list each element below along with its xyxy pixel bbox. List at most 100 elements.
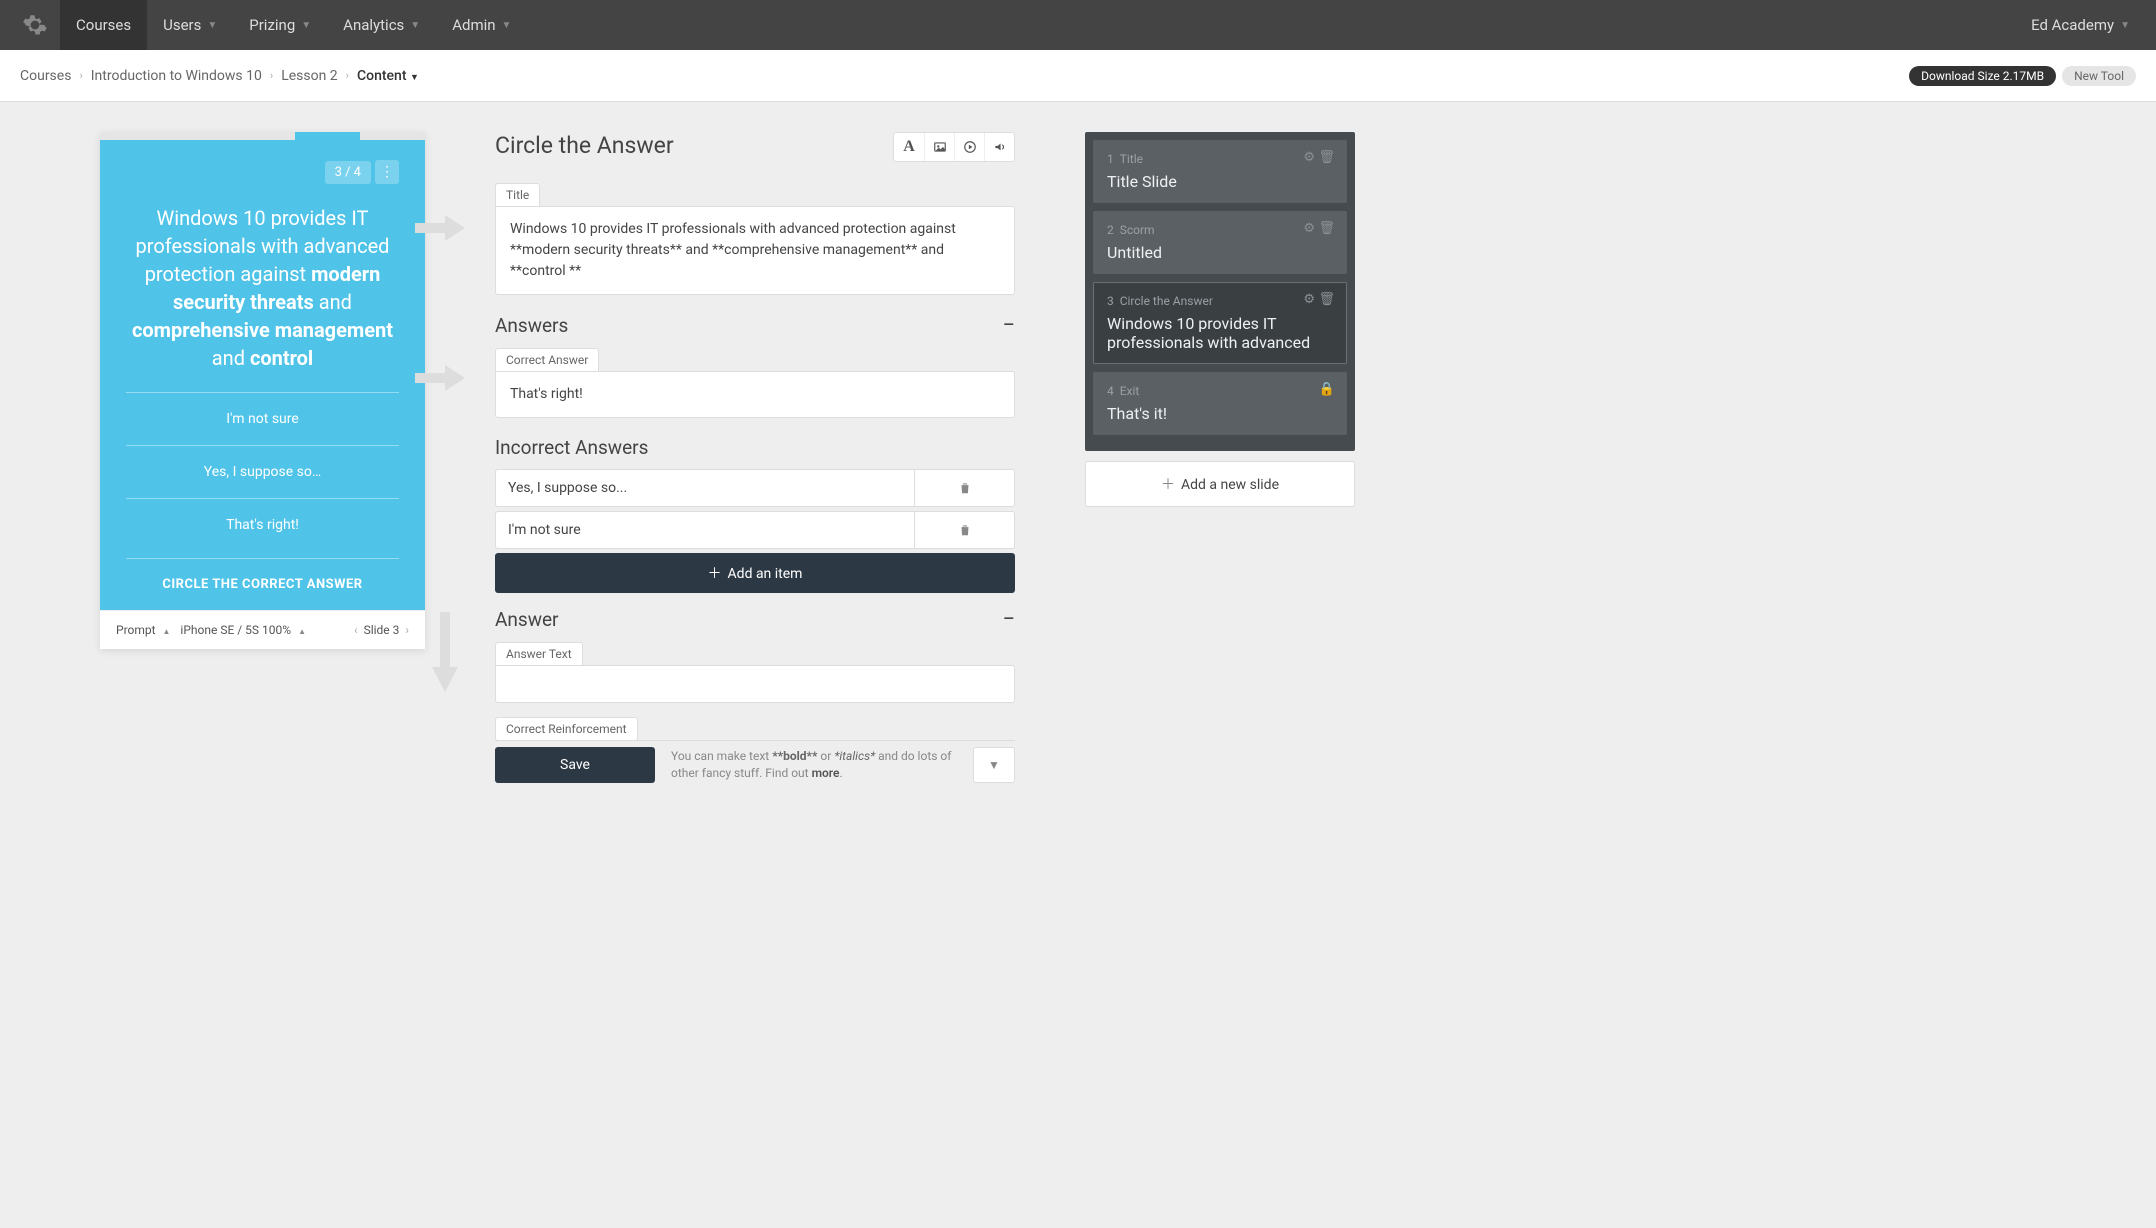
crumb-sep: › [79, 69, 82, 82]
nav-courses[interactable]: Courses [60, 0, 147, 50]
device-dropdown[interactable]: iPhone SE / 5S [180, 623, 259, 637]
app-icon[interactable] [22, 12, 48, 38]
hint-bold: **bold** [772, 749, 817, 763]
incorrect-answer-row: Yes, I suppose so... [495, 469, 1015, 507]
nav-analytics[interactable]: Analytics ▼ [327, 0, 436, 50]
slide-type: Exit [1120, 384, 1140, 398]
font-icon[interactable]: A [894, 133, 924, 161]
collapse-icon[interactable]: − [1002, 313, 1015, 338]
caret-icon: ▼ [410, 73, 419, 83]
prev-slide-icon[interactable]: ‹ [354, 623, 358, 637]
audio-icon[interactable] [984, 133, 1014, 161]
stmt-bold: control [250, 346, 313, 370]
stmt-text: and [212, 346, 250, 370]
answer-text-field[interactable] [495, 665, 1015, 703]
nav-users-label: Users [163, 16, 201, 34]
nav-admin[interactable]: Admin▼ [436, 0, 527, 50]
slide-title: Title Slide [1107, 172, 1333, 191]
arrow-icon [415, 362, 465, 402]
preview-tab-active [295, 132, 360, 140]
correct-answer-field[interactable]: That's right! [495, 371, 1015, 418]
slide-indicator: Slide 3 [364, 623, 400, 637]
slide-card[interactable]: ⚙ 🗑 1 Title Title Slide [1093, 140, 1347, 203]
nav-users[interactable]: Users▼ [147, 0, 233, 50]
slides-list: ⚙ 🗑 1 Title Title Slide ⚙ 🗑 2 Scorm Unti… [1085, 132, 1355, 451]
top-nav: Courses Users▼ Prizing▼ Analytics▼ Admin… [0, 0, 2156, 50]
user-menu[interactable]: Ed Academy ▼ [2015, 0, 2146, 50]
arrow-down-icon [430, 612, 460, 701]
plus-icon: ＋ [1161, 477, 1175, 493]
answers-section-heading: Answers [495, 314, 568, 337]
save-options-dropdown[interactable]: ▼ [973, 747, 1015, 783]
trash-icon[interactable]: 🗑 [1318, 292, 1335, 307]
content-dropdown[interactable]: Content ▼ [357, 68, 419, 84]
trash-icon[interactable]: 🗑 [1318, 221, 1335, 236]
delete-answer-button[interactable] [915, 469, 1015, 507]
stmt-bold: comprehensive management [132, 318, 393, 342]
add-slide-button[interactable]: ＋Add a new slide [1085, 461, 1355, 507]
answer-option[interactable]: Yes, I suppose so… [126, 445, 399, 498]
crumb-courses[interactable]: Courses [20, 68, 71, 84]
slide-title: That's it! [1107, 404, 1333, 423]
zoom-dropdown[interactable]: 100% ▲ [262, 623, 310, 637]
incorrect-answer-field[interactable]: Yes, I suppose so... [495, 469, 915, 507]
hint-more-link[interactable]: more [812, 766, 840, 780]
hint-italic: *italics* [834, 749, 875, 763]
nav-analytics-label: Analytics [343, 16, 404, 34]
breadcrumb-bar: Courses › Introduction to Windows 10 › L… [0, 50, 2156, 102]
video-icon[interactable] [954, 133, 984, 161]
slide-type: Scorm [1120, 223, 1155, 237]
preview-toolbar: Prompt ▲ iPhone SE / 5S 100% ▲ ‹ Slide 3… [100, 610, 425, 649]
title-field[interactable]: Windows 10 provides IT professionals wit… [495, 206, 1015, 295]
gear-icon[interactable]: ⚙ [1303, 221, 1315, 236]
nav-prizing-label: Prizing [249, 16, 295, 34]
collapse-icon[interactable]: − [1002, 607, 1015, 632]
slide-card-active[interactable]: ⚙ 🗑 3 Circle the Answer Windows 10 provi… [1093, 282, 1347, 364]
gear-icon[interactable]: ⚙ [1303, 292, 1315, 307]
nav-prizing[interactable]: Prizing▼ [233, 0, 327, 50]
save-button[interactable]: Save [495, 747, 655, 783]
caret-up-icon: ▲ [163, 627, 171, 636]
slide-counter: 3 / 4 [325, 161, 371, 184]
crumb-course[interactable]: Introduction to Windows 10 [91, 68, 262, 84]
answer-option[interactable]: That's right! [126, 498, 399, 551]
trash-icon[interactable]: 🗑 [1318, 150, 1335, 165]
slide-editor: A Circle the Answer Title Windows 10 pro… [485, 132, 1025, 783]
slide-num: 2 [1107, 223, 1114, 237]
add-item-button[interactable]: ＋ Add an item [495, 553, 1015, 593]
crumb-lesson[interactable]: Lesson 2 [281, 68, 337, 84]
slide-card[interactable]: ⚙ 🗑 2 Scorm Untitled [1093, 211, 1347, 274]
answer-section-heading: Answer [495, 608, 559, 631]
crumb-sep: › [346, 69, 349, 82]
answer-option[interactable]: I'm not sure [126, 392, 399, 445]
caret-icon: ▼ [410, 20, 420, 31]
reinforcement-label: Correct Reinforcement [495, 717, 638, 741]
title-format-toolbar: A [893, 132, 1015, 162]
slide-num: 1 [1107, 152, 1114, 166]
delete-answer-button[interactable] [915, 511, 1015, 549]
slide-title: Windows 10 provides IT professionals wit… [1107, 314, 1333, 352]
nav-admin-label: Admin [452, 16, 495, 34]
more-menu-icon[interactable]: ⋮ [375, 160, 399, 184]
new-tool-badge[interactable]: New Tool [2062, 66, 2136, 86]
prompt-dropdown[interactable]: Prompt ▲ [116, 623, 174, 637]
user-name: Ed Academy [2031, 16, 2114, 34]
add-item-label: Add an item [728, 566, 803, 582]
phone-screen: 3 / 4 ⋮ Windows 10 provides IT professio… [100, 140, 425, 610]
stmt-text: and [314, 290, 352, 314]
image-icon[interactable] [924, 133, 954, 161]
device-label: iPhone SE / 5S [180, 623, 259, 637]
plus-icon: ＋ [708, 566, 722, 582]
prompt-label: Prompt [116, 623, 156, 637]
incorrect-answer-field[interactable]: I'm not sure [495, 511, 915, 549]
next-slide-icon[interactable]: › [405, 623, 409, 637]
zoom-label: 100% [262, 623, 291, 637]
content-dropdown-label: Content [357, 68, 407, 84]
slide-card[interactable]: 🔒 4 Exit That's it! [1093, 372, 1347, 435]
slide-type: Title [1120, 152, 1143, 166]
formatting-hint: You can make text **bold** or *italics* … [671, 748, 957, 783]
incorrect-answer-row: I'm not sure [495, 511, 1015, 549]
device-preview: 3 / 4 ⋮ Windows 10 provides IT professio… [100, 132, 425, 649]
caret-icon: ▼ [2120, 20, 2130, 31]
gear-icon[interactable]: ⚙ [1303, 150, 1315, 165]
